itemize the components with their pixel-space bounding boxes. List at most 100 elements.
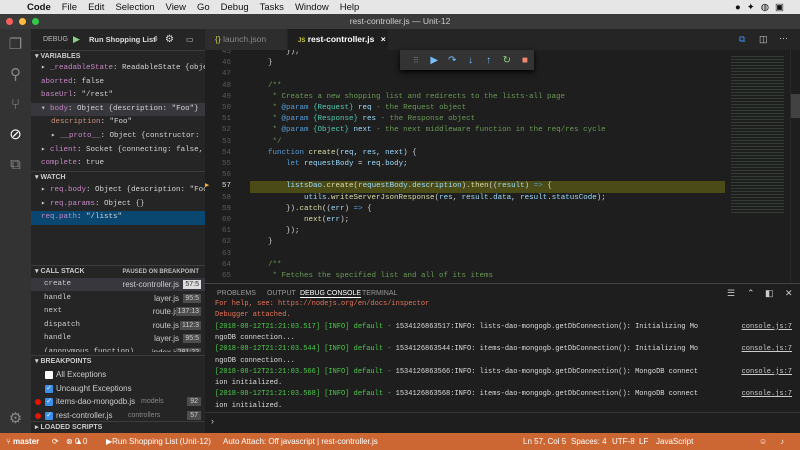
menu-tasks[interactable]: Tasks	[260, 2, 284, 13]
tab-launch-json[interactable]: {} launch.json	[205, 29, 287, 50]
code-line[interactable]: 50 * @param {Request} req - the Request …	[205, 103, 725, 114]
cursor-position[interactable]: Ln 57, Col 5	[523, 433, 566, 450]
close-panel-icon[interactable]: ✕	[785, 288, 793, 299]
stop-icon[interactable]: ■	[516, 55, 534, 66]
code-line[interactable]: 54 function create(req, res, next) {	[205, 148, 725, 159]
debug-console-icon[interactable]: ▭	[186, 29, 194, 50]
menu-view[interactable]: View	[166, 2, 186, 13]
callstack-header[interactable]: ▾ CALL STACK PAUSED ON BREAKPOINT	[31, 265, 205, 277]
breakpoint-checkbox[interactable]: ✓	[45, 412, 53, 420]
minimap[interactable]	[725, 50, 790, 283]
tab-output[interactable]: OUTPUT	[267, 290, 296, 297]
breakpoints-header[interactable]: ▾ BREAKPOINTS	[31, 355, 205, 367]
menu-app[interactable]: Code	[27, 2, 51, 13]
sync-icon[interactable]: ⟳	[52, 433, 59, 450]
menu-debug[interactable]: Debug	[221, 2, 249, 13]
expand-arrow-icon[interactable]: ▾	[41, 105, 50, 113]
callstack-frame[interactable]: createrest-controller.js57:5	[31, 278, 205, 291]
git-branch[interactable]: ⑂ master	[6, 433, 39, 450]
menu-go[interactable]: Go	[197, 2, 210, 13]
debug-icon[interactable]: ⊘	[7, 126, 24, 143]
breakpoint-checkbox[interactable]	[45, 371, 53, 379]
notifications-bell-icon[interactable]: ♪	[780, 433, 784, 450]
more-actions-icon[interactable]: ⋯	[779, 33, 788, 44]
variable-row[interactable]: baseUrl: "/rest"	[31, 89, 205, 103]
breakpoint-item[interactable]: ✓items-dao-mongodb.jsmodels92	[31, 395, 205, 409]
explorer-icon[interactable]: ❐	[7, 36, 24, 53]
code-line[interactable]: 56	[205, 170, 725, 181]
code-line[interactable]: 52 * @param {Object} next - the next mid…	[205, 125, 725, 136]
minimize-window-button[interactable]	[19, 18, 26, 25]
split-editor-icon[interactable]: ◫	[759, 34, 768, 45]
breakpoint-checkbox[interactable]: ✓	[45, 398, 53, 406]
tab-problems[interactable]: PROBLEMS	[217, 290, 256, 297]
tab-debug-console[interactable]: DEBUG CONSOLE	[300, 290, 361, 298]
console-source-link[interactable]: console.js:7	[742, 389, 792, 400]
code-line[interactable]: 55 let requestBody = req.body;	[205, 159, 725, 170]
eol[interactable]: LF	[639, 433, 648, 450]
console-source-link[interactable]: console.js:7	[742, 344, 792, 355]
code-line[interactable]: ▶57 listsDao.create(requestBody.descript…	[205, 181, 725, 192]
feedback-smiley-icon[interactable]: ☺	[759, 433, 767, 450]
close-window-button[interactable]	[6, 18, 13, 25]
expand-arrow-icon[interactable]: ▸	[41, 200, 50, 208]
watch-row[interactable]: ▸ req.body: Object {description: "Foo"}	[31, 184, 205, 198]
code-line[interactable]: 60 next(err);	[205, 215, 725, 226]
watch-header[interactable]: ▾ WATCH	[31, 171, 205, 183]
code-editor[interactable]: 45 });46 }4748 /**49 * Creates a new sho…	[205, 50, 725, 283]
code-line[interactable]: 59 }).catch((err) => {	[205, 204, 725, 215]
close-tab-icon[interactable]: ×	[381, 34, 386, 44]
console-source-link[interactable]: console.js:7	[742, 367, 792, 378]
code-line[interactable]: 64 /**	[205, 260, 725, 271]
menu-selection[interactable]: Selection	[115, 2, 154, 13]
problems-count[interactable]: ⊗ 0 ▲ 0	[66, 433, 83, 450]
callstack-frame[interactable]: handlelayer.js95:5	[31, 332, 205, 345]
code-line[interactable]: 65 * Fetches the specified list and all …	[205, 271, 725, 282]
tab-rest-controller-js[interactable]: JS rest-controller.js ×	[288, 29, 388, 50]
continue-icon[interactable]: ▶	[425, 55, 443, 66]
variables-header[interactable]: ▾ VARIABLES	[31, 50, 205, 62]
gear-icon[interactable]: ⚙	[165, 29, 174, 50]
callstack-frame[interactable]: nextroute.js137:13	[31, 305, 205, 318]
encoding[interactable]: UTF-8	[612, 433, 635, 450]
callstack-frame[interactable]: (anonymous function)index.js281:22	[31, 346, 205, 352]
menu-file[interactable]: File	[62, 2, 77, 13]
variable-row[interactable]: ▸ _readableState: ReadableState {obje…	[31, 62, 205, 76]
variable-row[interactable]: complete: true	[31, 157, 205, 171]
chevron-updown-icon[interactable]: ⇕	[153, 29, 159, 50]
settings-gear-icon[interactable]: ⚙	[7, 410, 24, 427]
step-over-icon[interactable]: ↷	[443, 55, 461, 66]
code-line[interactable]: 62 }	[205, 237, 725, 248]
code-line[interactable]: 61 });	[205, 226, 725, 237]
editor-scrollbar[interactable]	[790, 50, 800, 283]
breakpoint-item[interactable]: ✓Uncaught Exceptions	[31, 382, 205, 396]
zoom-window-button[interactable]	[32, 18, 39, 25]
search-icon[interactable]: ⚲	[7, 66, 24, 83]
step-out-icon[interactable]: ↑	[480, 55, 498, 66]
expand-arrow-icon[interactable]: ▸	[51, 132, 60, 140]
language-mode[interactable]: JavaScript	[656, 433, 693, 450]
indentation[interactable]: Spaces: 4	[571, 433, 607, 450]
expand-arrow-icon[interactable]: ▸	[41, 186, 50, 194]
source-control-icon[interactable]: ⑂	[7, 96, 24, 113]
variable-row[interactable]: ▸ __proto__: Object {constructor: ,…	[31, 130, 205, 144]
maximize-panel-icon[interactable]: ⌃	[747, 288, 755, 299]
watch-row[interactable]: ▸ req.params: Object {}	[31, 198, 205, 212]
code-line[interactable]: 51 * @param {Response} res - the Respons…	[205, 114, 725, 125]
expand-arrow-icon[interactable]: ▸	[41, 146, 50, 154]
drag-handle-icon[interactable]: ⠿	[407, 56, 425, 65]
loaded-scripts-header[interactable]: ▸ LOADED SCRIPTS	[31, 421, 205, 433]
menu-edit[interactable]: Edit	[88, 2, 104, 13]
code-line[interactable]: 48 /**	[205, 81, 725, 92]
expand-arrow-icon[interactable]: ▸	[41, 64, 50, 72]
menu-help[interactable]: Help	[340, 2, 360, 13]
restart-icon[interactable]: ↻	[498, 55, 516, 66]
launch-config-select[interactable]: Run Shopping List	[89, 29, 156, 50]
extensions-icon[interactable]: ⧉	[7, 156, 24, 173]
language-file-status[interactable]: javascript | rest-controller.js	[281, 433, 378, 450]
console-source-link[interactable]: console.js:7	[742, 322, 792, 333]
code-line[interactable]: 49 * Creates a new shopping list and red…	[205, 92, 725, 103]
breakpoint-item[interactable]: All Exceptions	[31, 368, 205, 382]
menu-window[interactable]: Window	[295, 2, 329, 13]
clear-console-icon[interactable]: ☰	[727, 288, 735, 299]
